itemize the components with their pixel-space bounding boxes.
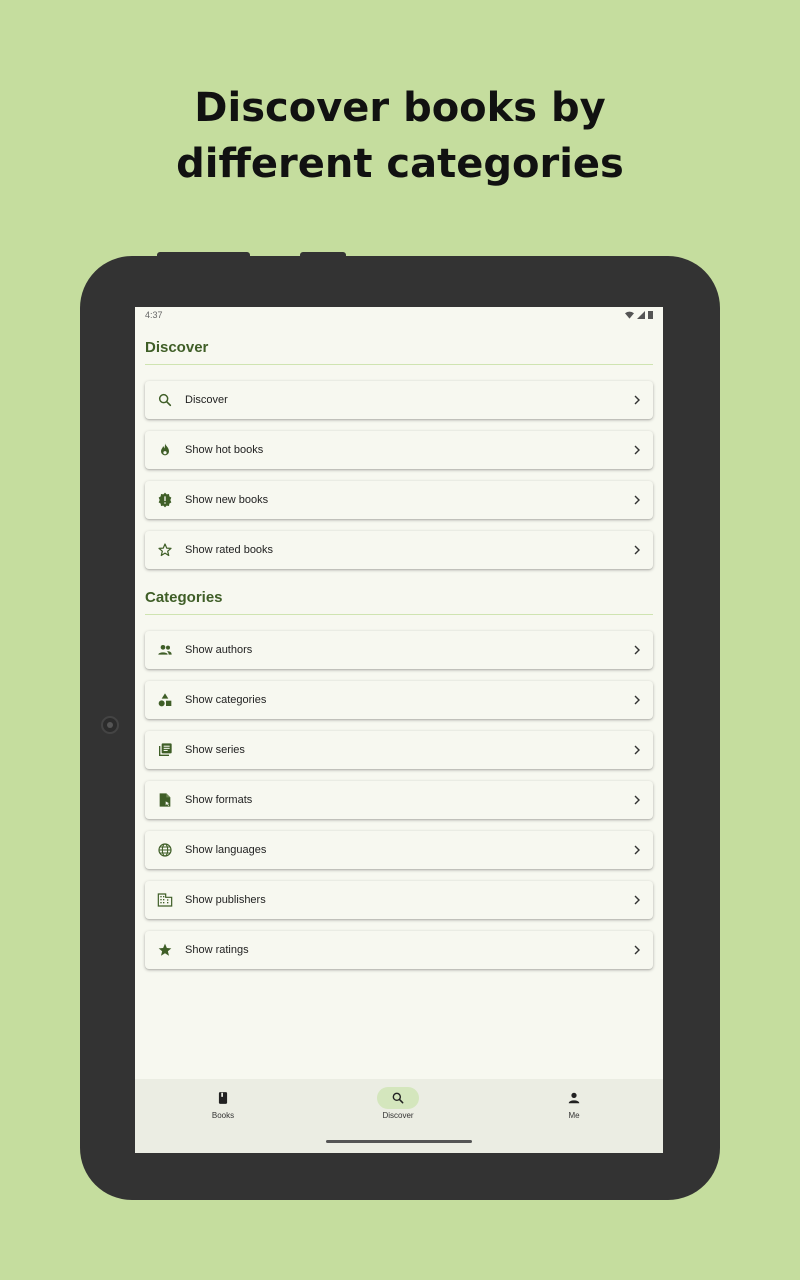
new-badge-icon [157, 492, 173, 508]
chevron-right-icon [634, 795, 640, 805]
item-label: Show authors [185, 644, 253, 656]
chevron-right-icon [634, 395, 640, 405]
nav-books[interactable]: Books [173, 1087, 273, 1120]
battery-icon [648, 311, 653, 319]
star-outline-icon [157, 542, 173, 558]
nav-label: Books [211, 1111, 235, 1120]
chevron-right-icon [634, 945, 640, 955]
gesture-handle[interactable] [326, 1140, 472, 1143]
category-item-authors[interactable]: Show authors [145, 631, 653, 669]
chevron-right-icon [634, 895, 640, 905]
headline-line-1: Discover books by [194, 85, 606, 131]
discover-item-rated-books[interactable]: Show rated books [145, 531, 653, 569]
headline-line-2: different categories [176, 141, 624, 187]
discover-item-discover[interactable]: Discover [145, 381, 653, 419]
nav-label: Discover [382, 1111, 414, 1120]
star-icon [157, 942, 173, 958]
item-label: Show hot books [185, 444, 264, 456]
chevron-right-icon [634, 545, 640, 555]
fire-icon [157, 442, 173, 458]
discover-list: Discover Show hot books Show new books S… [135, 381, 663, 569]
power-button [157, 252, 250, 258]
item-label: Show publishers [185, 894, 266, 906]
file-icon [157, 792, 173, 808]
globe-icon [157, 842, 173, 858]
discover-item-hot-books[interactable]: Show hot books [145, 431, 653, 469]
category-item-ratings[interactable]: Show ratings [145, 931, 653, 969]
chevron-right-icon [634, 495, 640, 505]
search-icon [157, 392, 173, 408]
headline: Discover books by different categories [0, 80, 800, 192]
item-label: Show languages [185, 844, 267, 856]
discover-item-new-books[interactable]: Show new books [145, 481, 653, 519]
shapes-icon [157, 692, 173, 708]
nav-me[interactable]: Me [524, 1087, 624, 1120]
camera [101, 716, 119, 734]
search-icon [392, 1092, 404, 1104]
categories-section-title: Categories [145, 589, 653, 615]
item-label: Show rated books [185, 544, 274, 556]
chevron-right-icon [634, 695, 640, 705]
app-screen: 4:37 Discover Discover Show hot books Sh… [135, 307, 663, 1153]
item-label: Show formats [185, 794, 253, 806]
wifi-icon [625, 311, 634, 319]
category-item-series[interactable]: Show series [145, 731, 653, 769]
person-icon [568, 1092, 580, 1104]
building-icon [157, 892, 173, 908]
chevron-right-icon [634, 745, 640, 755]
discover-section-title: Discover [145, 339, 653, 365]
people-icon [157, 642, 173, 658]
category-item-categories[interactable]: Show categories [145, 681, 653, 719]
nav-label: Me [568, 1111, 580, 1120]
tablet-frame: 4:37 Discover Discover Show hot books Sh… [80, 252, 720, 1200]
library-icon [157, 742, 173, 758]
item-label: Show ratings [185, 944, 249, 956]
chevron-right-icon [634, 845, 640, 855]
status-time: 4:37 [145, 310, 163, 320]
signal-icon [637, 311, 645, 319]
book-icon [218, 1092, 228, 1104]
item-label: Show categories [185, 694, 267, 706]
category-item-formats[interactable]: Show formats [145, 781, 653, 819]
bottom-navigation: Books Discover Me [135, 1079, 663, 1153]
item-label: Show series [185, 744, 245, 756]
chevron-right-icon [634, 445, 640, 455]
item-label: Discover [185, 394, 228, 406]
categories-list: Show authors Show categories Show series [135, 631, 663, 969]
item-label: Show new books [185, 494, 269, 506]
nav-discover[interactable]: Discover [348, 1087, 448, 1120]
volume-button [300, 252, 346, 258]
status-bar: 4:37 [135, 307, 663, 323]
chevron-right-icon [634, 645, 640, 655]
category-item-languages[interactable]: Show languages [145, 831, 653, 869]
category-item-publishers[interactable]: Show publishers [145, 881, 653, 919]
